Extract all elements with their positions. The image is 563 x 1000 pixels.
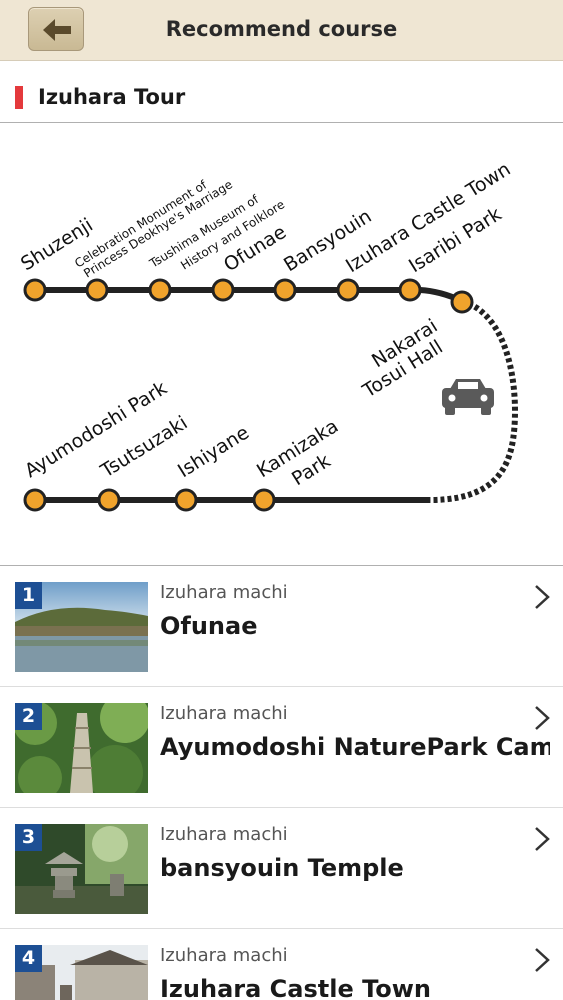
stop-tsutsuzaki[interactable] bbox=[97, 488, 121, 512]
spot-list: 1 Izuhara machi Ofunae 2 Izuhara machi A… bbox=[0, 566, 563, 1000]
stop-shuzenji[interactable] bbox=[23, 278, 47, 302]
stop-ishiyane[interactable] bbox=[174, 488, 198, 512]
course-title: Izuhara Tour bbox=[38, 85, 186, 109]
spot-area: Izuhara machi bbox=[160, 703, 288, 724]
label-ayumodoshi: Ayumodoshi Park bbox=[21, 377, 171, 482]
list-item[interactable]: 2 Izuhara machi Ayumodoshi NaturePark Ca… bbox=[0, 687, 563, 808]
spot-name: Ayumodoshi NaturePark Cam... bbox=[160, 733, 550, 761]
stop-nakarai-tosui-hall[interactable] bbox=[450, 290, 474, 314]
list-item[interactable]: 1 Izuhara machi Ofunae bbox=[0, 566, 563, 687]
chevron-right-icon bbox=[535, 585, 550, 609]
spot-number-badge: 3 bbox=[15, 824, 42, 851]
route-diagram: Shuzenji Celebration Monument of Princes… bbox=[17, 158, 518, 512]
car-icon bbox=[442, 379, 494, 415]
chevron-right-icon bbox=[535, 948, 550, 972]
spot-area: Izuhara machi bbox=[160, 824, 288, 845]
spot-number-badge: 2 bbox=[15, 703, 42, 730]
course-heading: Izuhara Tour bbox=[0, 73, 563, 121]
course-marker bbox=[15, 86, 23, 109]
stop-bansyouin[interactable] bbox=[273, 278, 297, 302]
spot-name: bansyouin Temple bbox=[160, 854, 404, 882]
nav-header: Recommend course bbox=[0, 0, 563, 61]
stop-izuhara-castle-town[interactable] bbox=[336, 278, 360, 302]
stop-ayumodoshi-park[interactable] bbox=[23, 488, 47, 512]
stop-kamizaka-park[interactable] bbox=[252, 488, 276, 512]
stop-tsushima-museum[interactable] bbox=[148, 278, 172, 302]
chevron-right-icon bbox=[535, 706, 550, 730]
page-title: Recommend course bbox=[165, 17, 398, 41]
chevron-right-icon bbox=[535, 827, 550, 851]
list-item[interactable]: 3 Izuhara machi bansyouin Temple bbox=[0, 808, 563, 929]
spot-number-badge: 4 bbox=[15, 945, 42, 972]
spot-name: Ofunae bbox=[160, 612, 258, 640]
spot-area: Izuhara machi bbox=[160, 945, 288, 966]
stop-ofunae[interactable] bbox=[211, 278, 235, 302]
spot-name: Izuhara Castle Town bbox=[160, 975, 432, 1000]
spot-number-badge: 1 bbox=[15, 582, 42, 609]
route-map: Shuzenji Celebration Monument of Princes… bbox=[0, 123, 563, 566]
stop-celebration-monument[interactable] bbox=[85, 278, 109, 302]
list-item[interactable]: 4 Izuhara machi Izuhara Castle Town bbox=[0, 929, 563, 1000]
spot-area: Izuhara machi bbox=[160, 582, 288, 603]
stop-isaribi-park[interactable] bbox=[398, 278, 422, 302]
